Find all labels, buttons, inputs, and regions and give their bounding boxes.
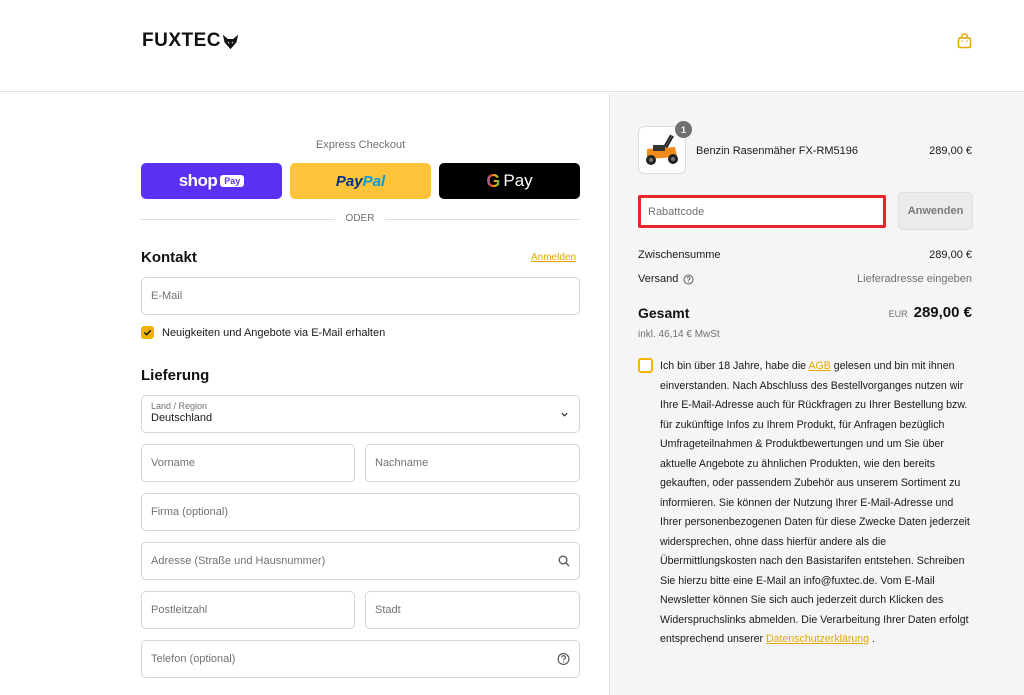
discount-code-input[interactable] — [648, 205, 883, 218]
first-name-input[interactable] — [151, 457, 354, 469]
shipping-label: Versand — [638, 273, 679, 285]
contact-section-title: Kontakt — [141, 249, 197, 266]
city-field-wrapper — [365, 591, 580, 629]
subtotal-value: 289,00 € — [929, 249, 972, 261]
header: FUXTEC — [0, 0, 1024, 92]
city-input[interactable] — [375, 604, 579, 616]
or-divider-label: ODER — [335, 213, 385, 224]
consent-text-part: . — [869, 633, 875, 645]
zip-field-wrapper — [141, 591, 355, 629]
google-pay-button[interactable]: G Pay — [439, 163, 580, 199]
google-pay-word: Pay — [503, 171, 533, 190]
help-icon[interactable] — [557, 653, 570, 666]
paypal-logo: PayPal — [335, 172, 386, 190]
shop-pay-word: shop — [178, 171, 218, 190]
apply-discount-button[interactable]: Anwenden — [898, 192, 973, 230]
phone-field-wrapper — [141, 640, 580, 678]
total-currency: EUR — [888, 309, 908, 319]
email-field-wrapper — [141, 277, 580, 315]
phone-input[interactable] — [151, 653, 579, 665]
logo-text: FUXTEC — [142, 30, 221, 51]
newsletter-label: Neuigkeiten und Angebote via E-Mail erha… — [162, 326, 386, 339]
total-value-row: EUR 289,00 € — [800, 304, 972, 321]
shop-pay-button[interactable]: shop Pay — [141, 163, 282, 199]
chevron-down-icon — [561, 412, 568, 417]
login-link[interactable]: Anmelden — [531, 252, 576, 263]
country-select-label: Land / Region — [151, 401, 208, 411]
email-input[interactable] — [151, 290, 579, 302]
country-select[interactable]: Land / Region Deutschland — [141, 395, 580, 433]
zip-input[interactable] — [151, 604, 354, 616]
google-pay-logo: G Pay — [486, 171, 532, 192]
agb-link[interactable]: AGB — [808, 360, 830, 372]
tax-note: inkl. 46,14 € MwSt — [638, 329, 720, 340]
discount-field-wrapper — [638, 195, 886, 228]
last-name-input[interactable] — [375, 457, 579, 469]
total-label: Gesamt — [638, 305, 690, 321]
checkmark-icon — [143, 329, 152, 336]
shipping-value: Lieferadresse eingeben — [857, 273, 972, 285]
shop-pay-badge: Pay — [220, 175, 245, 187]
brand-logo[interactable]: FUXTEC — [142, 30, 239, 52]
quantity-badge: 1 — [675, 121, 692, 138]
product-price: 289,00 € — [929, 145, 972, 157]
fox-logo-icon — [222, 34, 239, 49]
paypal-button[interactable]: PayPal — [290, 163, 431, 199]
lawn-mower-icon — [646, 134, 678, 165]
consent-text: Ich bin über 18 Jahre, habe die AGB gele… — [660, 357, 974, 650]
shipping-label-row: Versand — [638, 273, 694, 285]
product-name: Benzin Rasenmäher FX-RM5196 — [696, 145, 859, 157]
search-icon[interactable] — [558, 555, 570, 567]
privacy-policy-link[interactable]: Datenschutzerklärung — [766, 633, 869, 645]
delivery-section-title: Lieferung — [141, 367, 210, 384]
cart-button[interactable] — [954, 31, 974, 51]
first-name-field-wrapper — [141, 444, 355, 482]
consent-text-part: Ich bin über 18 Jahre, habe die — [660, 360, 809, 372]
newsletter-checkbox-row: Neuigkeiten und Angebote via E-Mail erha… — [141, 326, 385, 339]
last-name-field-wrapper — [365, 444, 580, 482]
company-field-wrapper — [141, 493, 580, 531]
address-input[interactable] — [151, 555, 579, 567]
country-select-value: Deutschland — [151, 412, 213, 424]
consent-checkbox[interactable] — [638, 358, 653, 373]
google-g-icon: G — [486, 170, 501, 191]
shopping-bag-icon — [957, 33, 971, 49]
express-checkout-title: Express Checkout — [315, 139, 406, 151]
subtotal-label: Zwischensumme — [638, 249, 721, 261]
newsletter-checkbox[interactable] — [141, 326, 154, 339]
consent-text-part: gelesen und bin mit ihnen einverstanden.… — [660, 360, 970, 645]
total-amount: 289,00 € — [913, 304, 972, 321]
company-input[interactable] — [151, 506, 579, 518]
help-icon[interactable] — [683, 273, 694, 285]
address-field-wrapper — [141, 542, 580, 580]
